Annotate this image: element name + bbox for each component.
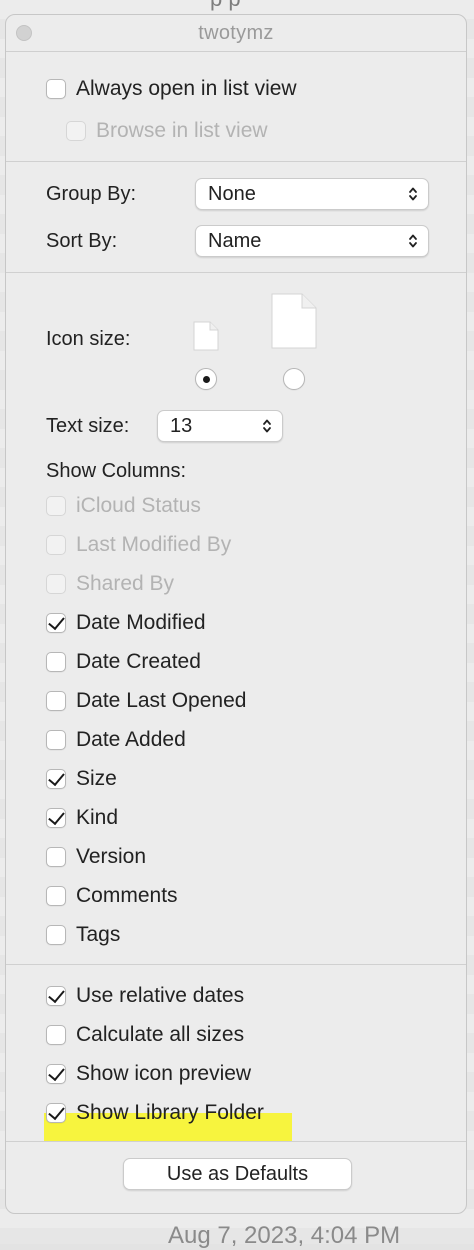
browse-list-option: Browse in list view bbox=[66, 117, 268, 145]
divider bbox=[6, 161, 466, 162]
use-as-defaults-button[interactable]: Use as Defaults bbox=[123, 1158, 352, 1190]
text-size-label: Text size: bbox=[46, 415, 130, 437]
size-label: Size bbox=[76, 767, 117, 790]
use-relative-dates-label: Use relative dates bbox=[76, 984, 245, 1007]
column-option-tags[interactable]: Tags bbox=[46, 921, 120, 949]
show-library-folder-checkbox[interactable] bbox=[46, 1102, 66, 1123]
checkmark-icon bbox=[48, 985, 65, 1004]
text-size-value: 13 bbox=[170, 414, 193, 437]
icon-size-large-radio[interactable] bbox=[283, 368, 305, 390]
sort-by-value: Name bbox=[208, 229, 262, 252]
kind-checkbox[interactable] bbox=[46, 807, 66, 828]
checkmark-icon bbox=[48, 768, 65, 787]
column-option-kind[interactable]: Kind bbox=[46, 804, 118, 832]
date-added-label: Date Added bbox=[76, 728, 186, 751]
checkmark-icon bbox=[48, 1102, 65, 1121]
text-size-select[interactable]: 13 bbox=[157, 410, 283, 442]
show-icon-preview-label: Show icon preview bbox=[76, 1062, 252, 1085]
chevron-up-down-icon bbox=[409, 234, 417, 248]
shared-by-checkbox bbox=[46, 574, 66, 594]
checkmark-icon bbox=[48, 612, 65, 631]
show-icon-preview-option[interactable]: Show icon preview bbox=[46, 1060, 251, 1088]
version-checkbox[interactable] bbox=[46, 847, 66, 867]
divider bbox=[6, 272, 466, 273]
large-document-icon bbox=[271, 293, 317, 349]
chevron-up-down-icon bbox=[409, 187, 417, 201]
column-option-comments[interactable]: Comments bbox=[46, 882, 178, 910]
icon-size-label: Icon size: bbox=[46, 328, 131, 350]
last-modified-by-checkbox bbox=[46, 535, 66, 555]
always-open-list-label: Always open in list view bbox=[76, 77, 297, 100]
column-option-shared-by: Shared By bbox=[46, 570, 174, 598]
column-option-size[interactable]: Size bbox=[46, 765, 117, 793]
group-by-select[interactable]: None bbox=[195, 178, 429, 210]
divider bbox=[6, 964, 466, 965]
background-timestamp: Aug 7, 2023, 4:04 PM bbox=[168, 1222, 401, 1249]
view-options-panel: twotymz Always open in list view Browse … bbox=[5, 14, 467, 1214]
calculate-all-sizes-label: Calculate all sizes bbox=[76, 1023, 245, 1046]
icon-size-small-radio[interactable] bbox=[195, 368, 217, 390]
date-last-opened-label: Date Last Opened bbox=[76, 689, 247, 712]
use-relative-dates-checkbox[interactable] bbox=[46, 985, 66, 1006]
shared-by-label: Shared By bbox=[76, 572, 175, 595]
chevron-up-down-icon bbox=[263, 419, 271, 433]
calculate-all-sizes-checkbox[interactable] bbox=[46, 1025, 66, 1045]
always-open-list-checkbox[interactable] bbox=[46, 79, 66, 99]
column-option-last-modified-by: Last Modified By bbox=[46, 531, 231, 559]
show-library-folder-option[interactable]: Show Library Folder bbox=[46, 1099, 264, 1127]
use-relative-dates-option[interactable]: Use relative dates bbox=[46, 982, 244, 1010]
date-created-checkbox[interactable] bbox=[46, 652, 66, 672]
column-option-version[interactable]: Version bbox=[46, 843, 146, 871]
comments-checkbox[interactable] bbox=[46, 886, 66, 906]
show-columns-label: Show Columns: bbox=[46, 460, 187, 482]
background-partial-title: p p bbox=[210, 0, 241, 12]
tags-checkbox[interactable] bbox=[46, 925, 66, 945]
title-bar: twotymz bbox=[6, 15, 466, 52]
browse-list-checkbox bbox=[66, 121, 86, 141]
comments-label: Comments bbox=[76, 884, 178, 907]
date-modified-label: Date Modified bbox=[76, 611, 206, 634]
date-created-label: Date Created bbox=[76, 650, 201, 673]
group-by-label: Group By: bbox=[46, 183, 137, 205]
checkmark-icon bbox=[48, 807, 65, 826]
group-by-value: None bbox=[208, 182, 256, 205]
show-library-folder-label: Show Library Folder bbox=[76, 1101, 264, 1124]
column-option-date-last-opened[interactable]: Date Last Opened bbox=[46, 687, 246, 715]
window-title: twotymz bbox=[198, 22, 274, 44]
size-checkbox[interactable] bbox=[46, 768, 66, 789]
icloud-status-label: iCloud Status bbox=[76, 494, 201, 517]
show-icon-preview-checkbox[interactable] bbox=[46, 1063, 66, 1084]
column-option-date-modified[interactable]: Date Modified bbox=[46, 609, 206, 637]
small-document-icon bbox=[193, 321, 219, 351]
tags-label: Tags bbox=[76, 923, 121, 946]
column-option-date-added[interactable]: Date Added bbox=[46, 726, 186, 754]
date-modified-checkbox[interactable] bbox=[46, 612, 66, 633]
sort-by-select[interactable]: Name bbox=[195, 225, 429, 257]
checkmark-icon bbox=[48, 1063, 65, 1082]
radio-selected-dot bbox=[203, 376, 210, 383]
date-last-opened-checkbox[interactable] bbox=[46, 691, 66, 711]
column-option-date-created[interactable]: Date Created bbox=[46, 648, 201, 676]
always-open-list-option[interactable]: Always open in list view bbox=[46, 75, 297, 103]
sort-by-label: Sort By: bbox=[46, 230, 118, 252]
icloud-status-checkbox bbox=[46, 496, 66, 516]
date-added-checkbox[interactable] bbox=[46, 730, 66, 750]
browse-list-label: Browse in list view bbox=[96, 119, 268, 142]
kind-label: Kind bbox=[76, 806, 119, 829]
divider bbox=[6, 1141, 466, 1142]
last-modified-by-label: Last Modified By bbox=[76, 533, 232, 556]
column-option-icloud-status: iCloud Status bbox=[46, 492, 201, 520]
calculate-all-sizes-option[interactable]: Calculate all sizes bbox=[46, 1021, 244, 1049]
version-label: Version bbox=[76, 845, 147, 868]
